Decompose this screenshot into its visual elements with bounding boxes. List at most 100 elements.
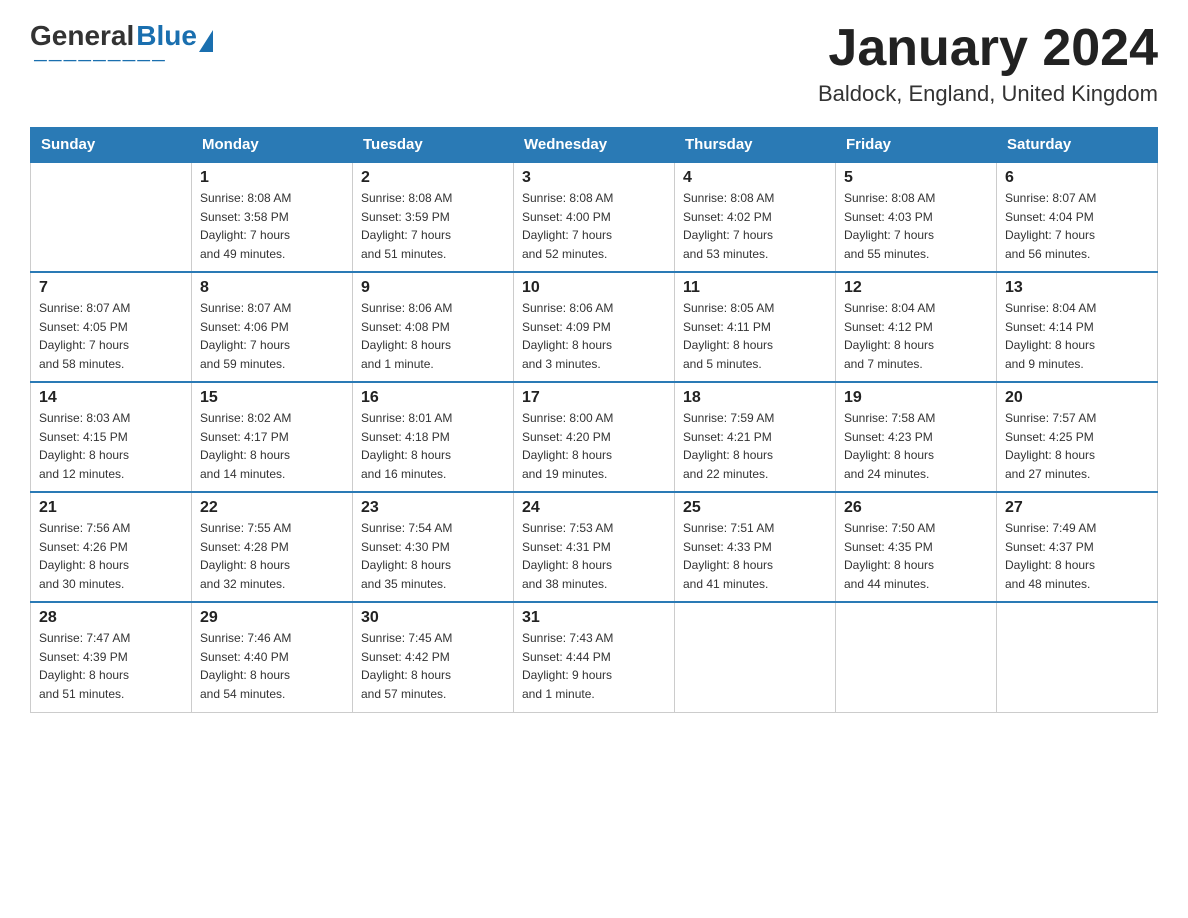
day-info: Sunrise: 7:58 AM Sunset: 4:23 PM Dayligh…: [844, 409, 988, 483]
logo-underline: ─────────: [34, 50, 167, 70]
day-cell: 19 Sunrise: 7:58 AM Sunset: 4:23 PM Dayli…: [836, 382, 997, 492]
day-number: 13: [1005, 279, 1149, 297]
col-header-saturday: Saturday: [997, 128, 1158, 163]
day-cell: 21 Sunrise: 7:56 AM Sunset: 4:26 PM Dayli…: [31, 492, 192, 602]
day-number: 24: [522, 499, 666, 517]
week-row-5: 28Sunrise: 7:47 AM Sunset: 4:39 PM Dayli…: [31, 602, 1158, 712]
day-cell: [836, 602, 997, 712]
page-header: General Blue ───────── January 2024 Bald…: [30, 20, 1158, 107]
day-number: 22: [200, 499, 344, 517]
day-cell: 24 Sunrise: 7:53 AM Sunset: 4:31 PM Dayli…: [514, 492, 675, 602]
day-number: 19: [844, 389, 988, 407]
calendar-table: SundayMondayTuesdayWednesdayThursdayFrid…: [30, 127, 1158, 713]
day-number: 29: [200, 609, 344, 627]
day-number: 7: [39, 279, 183, 297]
day-info: Sunrise: 8:07 AM Sunset: 4:06 PM Dayligh…: [200, 299, 344, 373]
day-number: 2: [361, 169, 505, 187]
day-number: 4: [683, 169, 827, 187]
day-number: 31: [522, 609, 666, 627]
day-info: Sunrise: 7:49 AM Sunset: 4:37 PM Dayligh…: [1005, 519, 1149, 593]
day-cell: 22 Sunrise: 7:55 AM Sunset: 4:28 PM Dayli…: [192, 492, 353, 602]
day-cell: 26Sunrise: 7:50 AM Sunset: 4:35 PM Dayli…: [836, 492, 997, 602]
day-info: Sunrise: 8:08 AM Sunset: 4:00 PM Dayligh…: [522, 189, 666, 263]
day-number: 5: [844, 169, 988, 187]
day-number: 12: [844, 279, 988, 297]
day-number: 23: [361, 499, 505, 517]
col-header-sunday: Sunday: [31, 128, 192, 163]
day-number: 28: [39, 609, 183, 627]
day-cell: 8Sunrise: 8:07 AM Sunset: 4:06 PM Daylig…: [192, 272, 353, 382]
day-cell: 3 Sunrise: 8:08 AM Sunset: 4:00 PM Daylig…: [514, 162, 675, 272]
day-info: Sunrise: 7:56 AM Sunset: 4:26 PM Dayligh…: [39, 519, 183, 593]
day-info: Sunrise: 8:08 AM Sunset: 4:02 PM Dayligh…: [683, 189, 827, 263]
col-header-monday: Monday: [192, 128, 353, 163]
day-number: 27: [1005, 499, 1149, 517]
day-info: Sunrise: 8:06 AM Sunset: 4:08 PM Dayligh…: [361, 299, 505, 373]
day-cell: 12 Sunrise: 8:04 AM Sunset: 4:12 PM Dayli…: [836, 272, 997, 382]
month-title: January 2024: [818, 20, 1158, 77]
day-cell: 4 Sunrise: 8:08 AM Sunset: 4:02 PM Daylig…: [675, 162, 836, 272]
day-number: 25: [683, 499, 827, 517]
day-number: 26: [844, 499, 988, 517]
day-info: Sunrise: 7:59 AM Sunset: 4:21 PM Dayligh…: [683, 409, 827, 483]
day-info: Sunrise: 7:45 AM Sunset: 4:42 PM Dayligh…: [361, 629, 505, 703]
day-cell: 27 Sunrise: 7:49 AM Sunset: 4:37 PM Dayli…: [997, 492, 1158, 602]
day-number: 1: [200, 169, 344, 187]
week-row-2: 7Sunrise: 8:07 AM Sunset: 4:05 PM Daylig…: [31, 272, 1158, 382]
day-number: 21: [39, 499, 183, 517]
location: Baldock, England, United Kingdom: [818, 81, 1158, 107]
day-cell: 13Sunrise: 8:04 AM Sunset: 4:14 PM Dayli…: [997, 272, 1158, 382]
week-row-1: 1 Sunrise: 8:08 AM Sunset: 3:58 PM Daylig…: [31, 162, 1158, 272]
day-info: Sunrise: 8:08 AM Sunset: 3:59 PM Dayligh…: [361, 189, 505, 263]
day-info: Sunrise: 7:43 AM Sunset: 4:44 PM Dayligh…: [522, 629, 666, 703]
day-info: Sunrise: 7:55 AM Sunset: 4:28 PM Dayligh…: [200, 519, 344, 593]
day-cell: [997, 602, 1158, 712]
day-cell: 6 Sunrise: 8:07 AM Sunset: 4:04 PM Daylig…: [997, 162, 1158, 272]
logo-triangle-icon: [199, 30, 213, 52]
day-info: Sunrise: 7:53 AM Sunset: 4:31 PM Dayligh…: [522, 519, 666, 593]
week-row-4: 21 Sunrise: 7:56 AM Sunset: 4:26 PM Dayli…: [31, 492, 1158, 602]
day-info: Sunrise: 8:07 AM Sunset: 4:04 PM Dayligh…: [1005, 189, 1149, 263]
day-cell: 30 Sunrise: 7:45 AM Sunset: 4:42 PM Dayli…: [353, 602, 514, 712]
day-cell: 25 Sunrise: 7:51 AM Sunset: 4:33 PM Dayli…: [675, 492, 836, 602]
day-cell: 15 Sunrise: 8:02 AM Sunset: 4:17 PM Dayli…: [192, 382, 353, 492]
day-info: Sunrise: 8:06 AM Sunset: 4:09 PM Dayligh…: [522, 299, 666, 373]
day-info: Sunrise: 8:03 AM Sunset: 4:15 PM Dayligh…: [39, 409, 183, 483]
day-number: 17: [522, 389, 666, 407]
day-number: 11: [683, 279, 827, 297]
day-number: 15: [200, 389, 344, 407]
day-info: Sunrise: 8:08 AM Sunset: 4:03 PM Dayligh…: [844, 189, 988, 263]
day-number: 9: [361, 279, 505, 297]
day-cell: 9 Sunrise: 8:06 AM Sunset: 4:08 PM Daylig…: [353, 272, 514, 382]
logo-general: General: [30, 20, 134, 52]
day-info: Sunrise: 8:01 AM Sunset: 4:18 PM Dayligh…: [361, 409, 505, 483]
day-info: Sunrise: 8:00 AM Sunset: 4:20 PM Dayligh…: [522, 409, 666, 483]
day-info: Sunrise: 8:02 AM Sunset: 4:17 PM Dayligh…: [200, 409, 344, 483]
day-number: 10: [522, 279, 666, 297]
col-header-wednesday: Wednesday: [514, 128, 675, 163]
day-cell: 18 Sunrise: 7:59 AM Sunset: 4:21 PM Dayli…: [675, 382, 836, 492]
title-section: January 2024 Baldock, England, United Ki…: [818, 20, 1158, 107]
day-number: 3: [522, 169, 666, 187]
day-cell: [31, 162, 192, 272]
day-number: 6: [1005, 169, 1149, 187]
day-cell: 11 Sunrise: 8:05 AM Sunset: 4:11 PM Dayli…: [675, 272, 836, 382]
day-cell: [675, 602, 836, 712]
day-info: Sunrise: 8:05 AM Sunset: 4:11 PM Dayligh…: [683, 299, 827, 373]
day-cell: 16Sunrise: 8:01 AM Sunset: 4:18 PM Dayli…: [353, 382, 514, 492]
day-info: Sunrise: 8:04 AM Sunset: 4:12 PM Dayligh…: [844, 299, 988, 373]
day-cell: 1 Sunrise: 8:08 AM Sunset: 3:58 PM Daylig…: [192, 162, 353, 272]
col-header-tuesday: Tuesday: [353, 128, 514, 163]
day-info: Sunrise: 8:08 AM Sunset: 3:58 PM Dayligh…: [200, 189, 344, 263]
day-number: 18: [683, 389, 827, 407]
day-cell: 31 Sunrise: 7:43 AM Sunset: 4:44 PM Dayli…: [514, 602, 675, 712]
day-cell: 28Sunrise: 7:47 AM Sunset: 4:39 PM Dayli…: [31, 602, 192, 712]
day-cell: 7Sunrise: 8:07 AM Sunset: 4:05 PM Daylig…: [31, 272, 192, 382]
day-cell: 17 Sunrise: 8:00 AM Sunset: 4:20 PM Dayli…: [514, 382, 675, 492]
day-number: 30: [361, 609, 505, 627]
day-number: 20: [1005, 389, 1149, 407]
day-info: Sunrise: 7:51 AM Sunset: 4:33 PM Dayligh…: [683, 519, 827, 593]
week-row-3: 14Sunrise: 8:03 AM Sunset: 4:15 PM Dayli…: [31, 382, 1158, 492]
day-info: Sunrise: 7:46 AM Sunset: 4:40 PM Dayligh…: [200, 629, 344, 703]
col-header-friday: Friday: [836, 128, 997, 163]
